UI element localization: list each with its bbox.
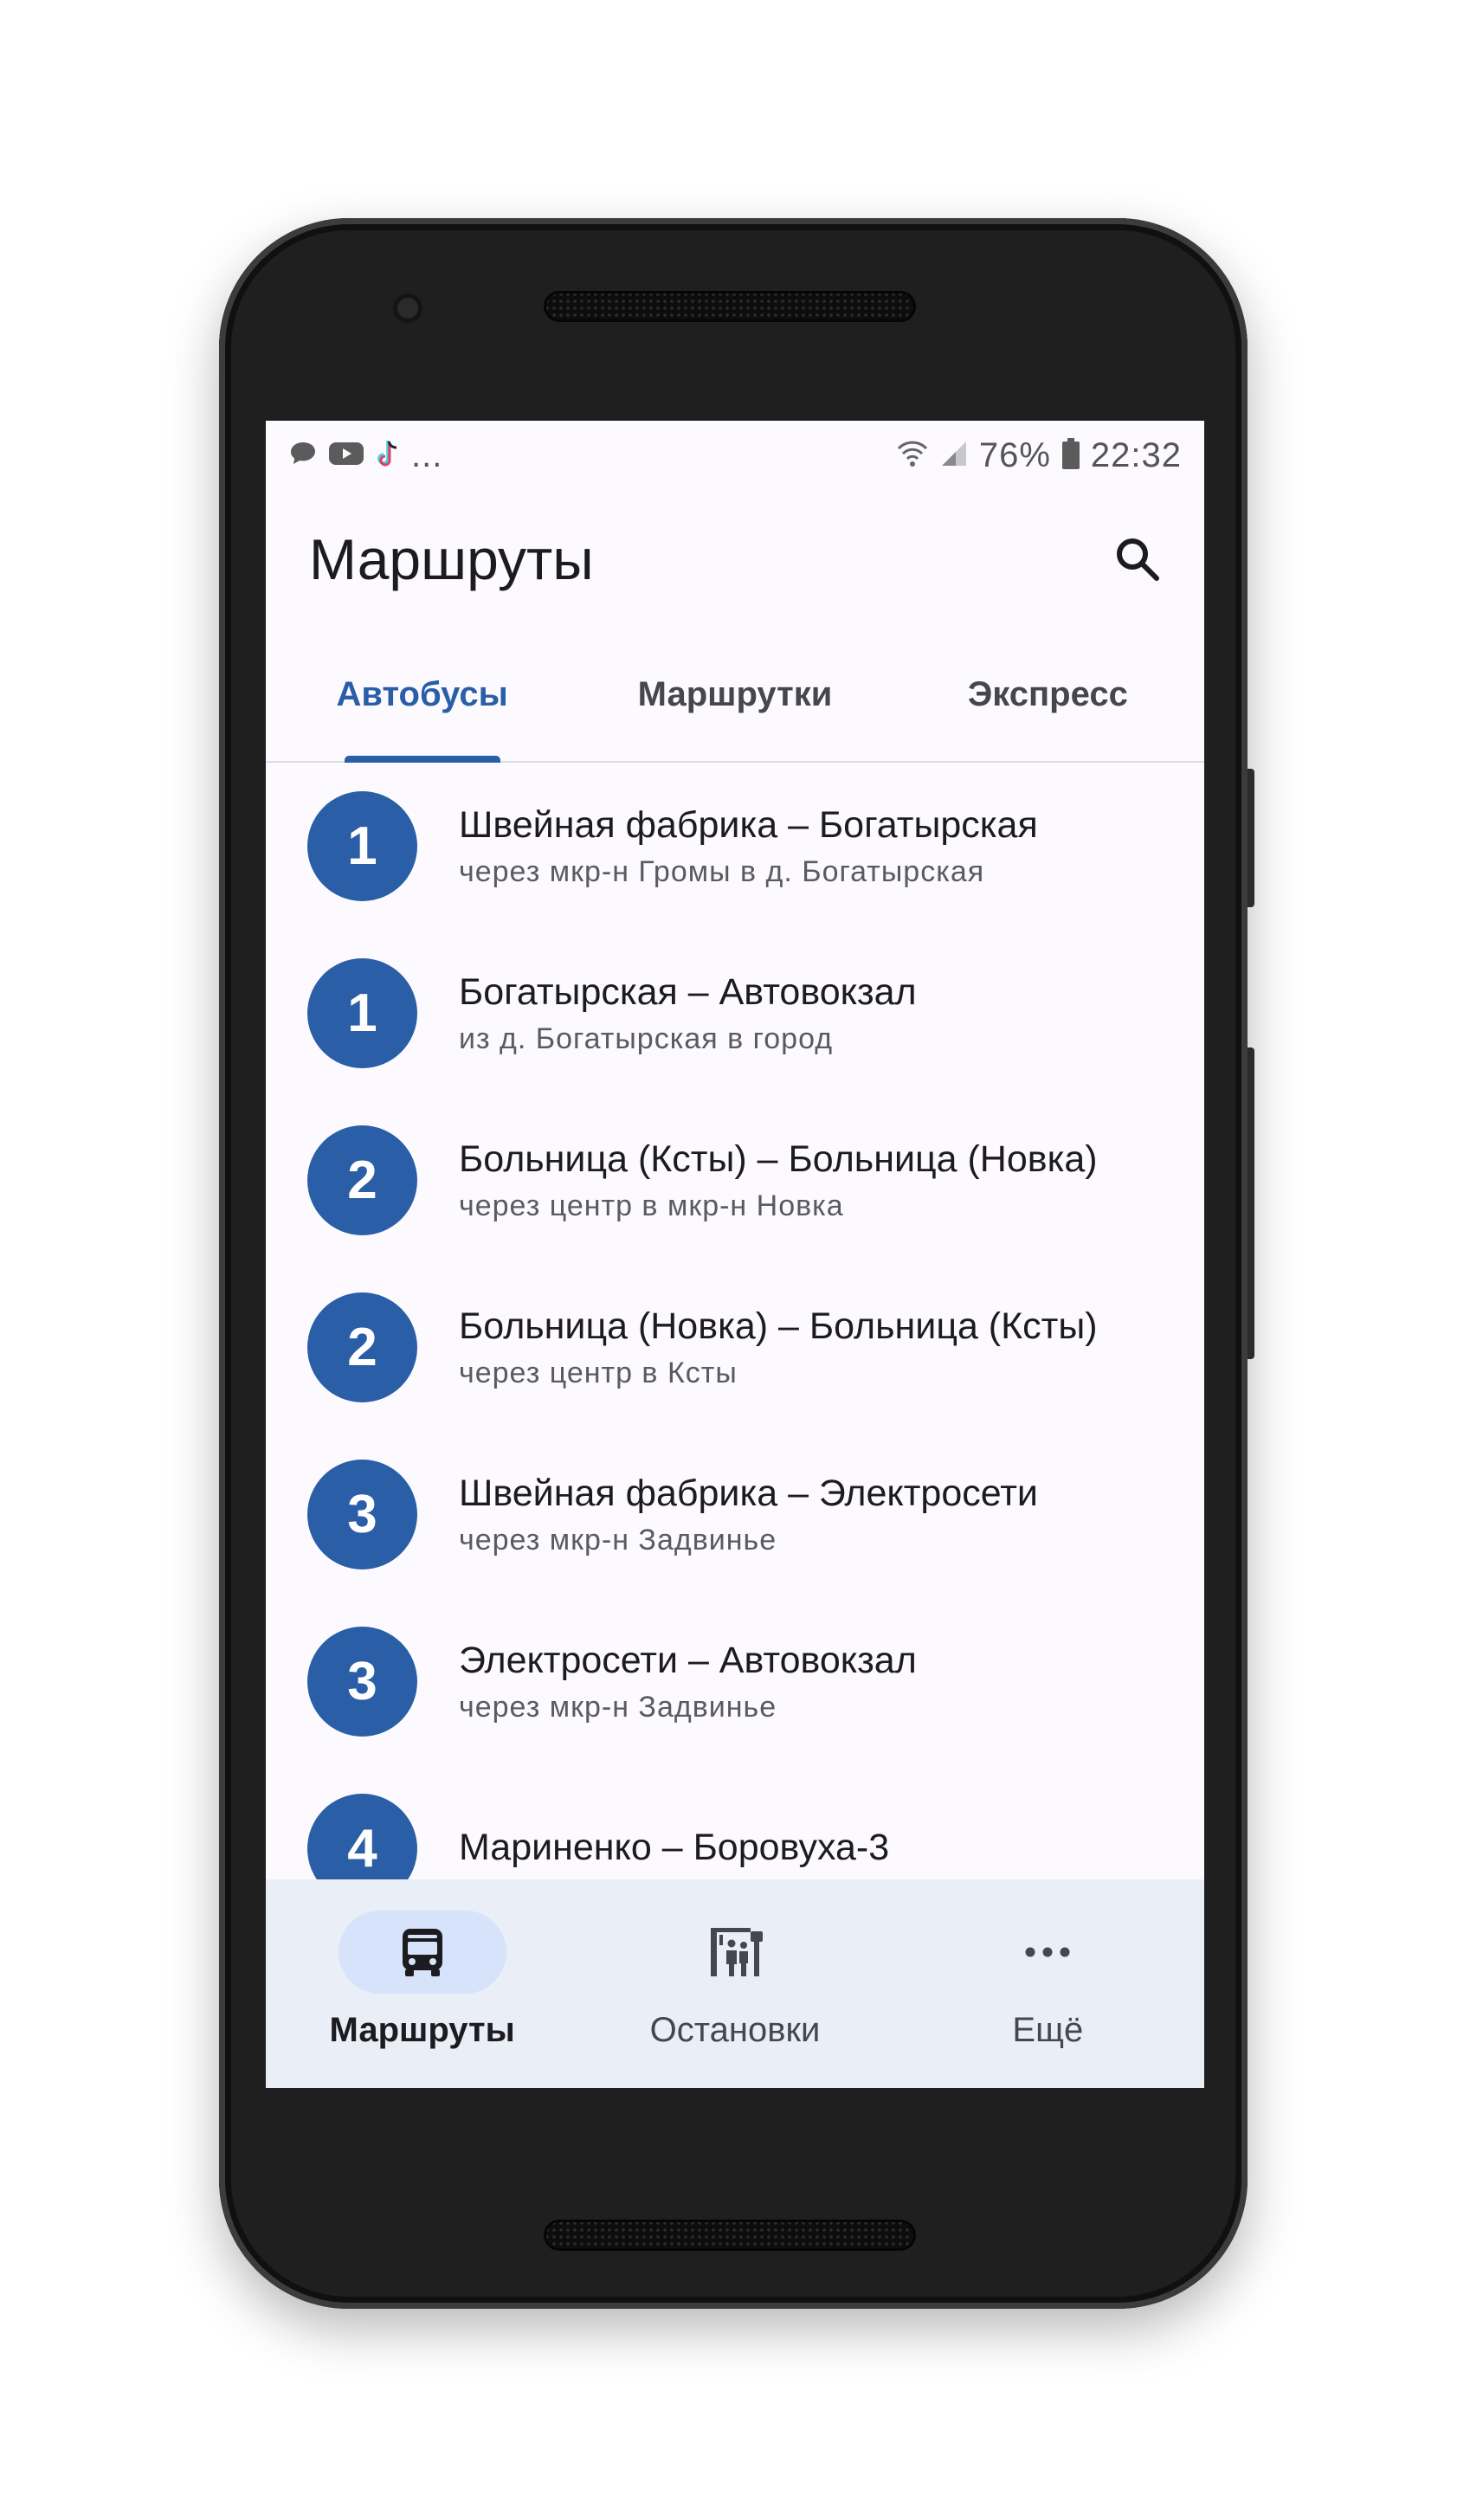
bottom-speaker-grille <box>544 2220 916 2251</box>
route-title: Больница (Новка) – Больница (Ксты) <box>459 1305 1098 1347</box>
notification-overflow: ... <box>411 435 443 474</box>
route-subtitle: из д. Богатырская в город <box>459 1022 834 1055</box>
search-button[interactable] <box>1107 529 1168 590</box>
wifi-icon <box>896 438 929 474</box>
chat-bubble-icon <box>288 440 318 472</box>
route-title: Больница (Ксты) – Больница (Новка) <box>459 1138 1098 1180</box>
route-subtitle: через мкр-н Задвинье <box>459 1690 777 1724</box>
route-number-badge: 3 <box>307 1460 417 1569</box>
route-number-badge: 3 <box>307 1627 417 1737</box>
power-button <box>1248 769 1254 907</box>
nav-label: Ещё <box>1012 2011 1084 2049</box>
status-bar: ... 76% 22:32 <box>266 421 1204 490</box>
route-title: Швейная фабрика – Электросети <box>459 1472 1038 1514</box>
nav-label: Маршруты <box>329 2011 515 2049</box>
tab-bar: Автобусы Маршрутки Экспресс <box>266 628 1204 763</box>
route-list-item[interactable]: 1 Швейная фабрика – Богатырская через мк… <box>266 763 1204 930</box>
route-number-badge: 1 <box>307 958 417 1068</box>
notification-icons: ... <box>288 436 442 475</box>
top-speaker-grille <box>544 291 916 322</box>
top-app-bar: Маршруты <box>266 490 1204 628</box>
nav-stops[interactable]: Остановки <box>578 1879 891 2088</box>
route-list-item[interactable]: 2 Больница (Новка) – Больница (Ксты) чер… <box>266 1264 1204 1431</box>
cellular-signal-icon <box>939 439 969 473</box>
system-status: 76% 22:32 <box>896 436 1182 475</box>
route-subtitle: через мкр-н Громы в д. Богатырская <box>459 854 985 888</box>
page-title: Маршруты <box>309 527 594 591</box>
battery-icon <box>1061 437 1080 474</box>
route-title: Электросети – Автовокзал <box>459 1639 917 1681</box>
volume-button <box>1248 1047 1254 1359</box>
nav-routes[interactable]: Маршруты <box>266 1879 578 2088</box>
bottom-navigation: Маршруты Остановки Ещё <box>266 1879 1204 2088</box>
tab-buses[interactable]: Автобусы <box>266 628 578 761</box>
route-list-item[interactable]: 2 Больница (Ксты) – Больница (Новка) чер… <box>266 1097 1204 1264</box>
route-title: Богатырская – Автовокзал <box>459 970 917 1013</box>
route-list-item[interactable]: 1 Богатырская – Автовокзал из д. Богатыр… <box>266 930 1204 1097</box>
nav-more[interactable]: Ещё <box>892 1879 1204 2088</box>
search-icon <box>1117 538 1159 581</box>
route-title: Мариненко – Боровуха-3 <box>459 1826 890 1868</box>
route-number-badge: 2 <box>307 1125 417 1235</box>
youtube-icon <box>328 440 364 472</box>
route-list-item[interactable]: 3 Электросети – Автовокзал через мкр-н З… <box>266 1598 1204 1765</box>
clock: 22:32 <box>1090 435 1182 474</box>
front-camera <box>393 293 422 323</box>
nav-icon-container <box>651 1911 819 1994</box>
more-horizontal-icon <box>1025 1947 1070 1957</box>
route-subtitle: через центр в мкр-н Новка <box>459 1189 844 1222</box>
route-list-item[interactable]: 3 Швейная фабрика – Электросети через мк… <box>266 1431 1204 1598</box>
app-screen: ... 76% 22:32 Маршруты Автобусы Маршрутк… <box>266 421 1204 2088</box>
route-list: 1 Швейная фабрика – Богатырская через мк… <box>266 763 1204 1932</box>
route-subtitle: через мкр-н Задвинье <box>459 1523 777 1556</box>
nav-label: Остановки <box>649 2011 821 2049</box>
bus-stop-icon <box>710 1928 763 1976</box>
tab-express[interactable]: Экспресс <box>892 628 1204 761</box>
route-number-badge: 2 <box>307 1292 417 1402</box>
bus-icon <box>402 1929 442 1976</box>
route-subtitle: через центр в Ксты <box>459 1356 738 1389</box>
nav-active-indicator <box>338 1911 506 1994</box>
tab-minibuses[interactable]: Маршрутки <box>578 628 891 761</box>
nav-icon-container <box>964 1911 1132 1994</box>
tiktok-icon <box>375 438 401 474</box>
route-number-badge: 1 <box>307 791 417 901</box>
route-title: Швейная фабрика – Богатырская <box>459 803 1038 846</box>
battery-percent: 76% <box>978 435 1051 474</box>
